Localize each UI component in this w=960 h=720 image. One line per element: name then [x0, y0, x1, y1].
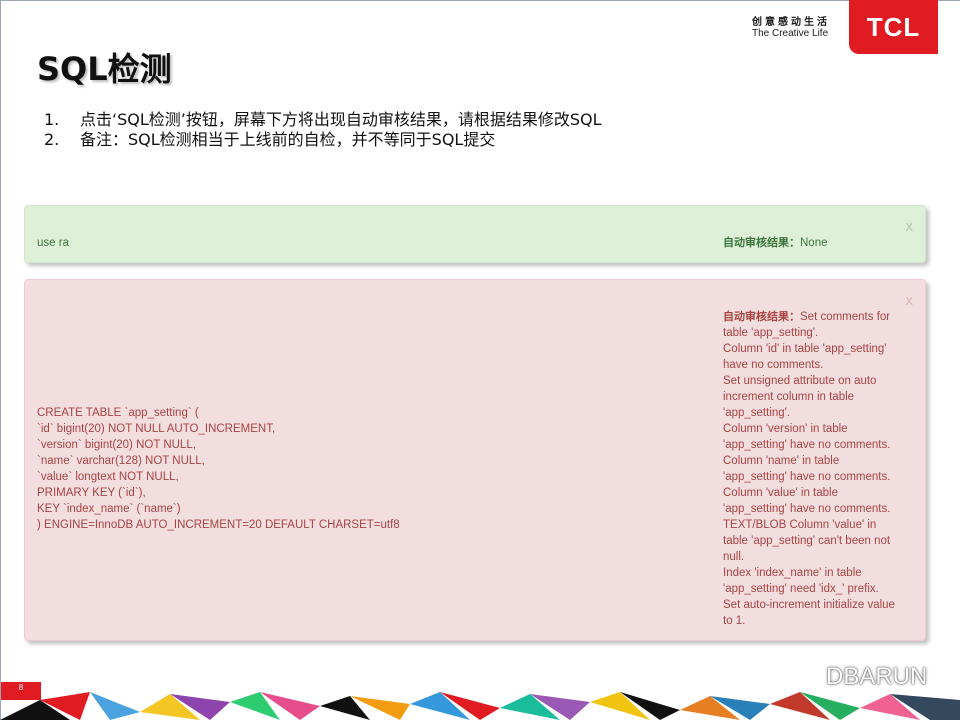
audit-result: 自动审核结果：Set comments for table 'app_setti… — [723, 309, 903, 629]
audit-result-line: to 1. — [723, 615, 746, 627]
result-panel-success: x use ra 自动审核结果：None — [24, 205, 926, 263]
steps-list: 1. 点击‘SQL检测’按钮，屏幕下方将出现自动审核结果，请根据结果修改SQL … — [44, 110, 602, 150]
audit-result-line: Index 'index_name' in table — [723, 567, 862, 579]
audit-result-line: 'app_setting' have no comments. — [723, 439, 891, 451]
audit-result-line: Column 'id' in table 'app_setting' — [723, 343, 887, 355]
audit-result-message: Set comments for — [800, 311, 891, 323]
audit-result-line: 'app_setting'. — [723, 407, 791, 419]
tcl-logo-text: TCL — [866, 11, 921, 42]
wechat-icon — [790, 666, 819, 688]
step-item: 1. 点击‘SQL检测’按钮，屏幕下方将出现自动审核结果，请根据结果修改SQL — [44, 110, 602, 130]
audit-result-message: None — [800, 237, 828, 249]
audit-result-line: TEXT/BLOB Column 'value' in — [723, 519, 877, 531]
result-panel-error: x CREATE TABLE `app_setting` ( `id` bigi… — [24, 279, 926, 641]
audit-result-line: Column 'name' in table — [723, 455, 840, 467]
audit-result-label: 自动审核结果： — [723, 310, 800, 323]
page-number: 8 — [1, 682, 41, 700]
audit-result-line: increment column in table — [723, 391, 855, 403]
brand-slogan-cn: 创意感动生活 — [752, 17, 830, 28]
close-button[interactable]: x — [906, 218, 914, 235]
audit-result-line: 'app_setting' have no comments. — [723, 503, 891, 515]
brand-slogan: 创意感动生活 The Creative Life — [752, 17, 836, 39]
audit-result-line: table 'app_setting' can't been not — [723, 535, 891, 547]
audit-result-line: Set auto-increment initialize value — [723, 599, 895, 611]
step-item: 2. 备注：SQL检测相当于上线前的自检，并不等同于SQL提交 — [44, 130, 602, 150]
top-border — [0, 0, 960, 1]
audit-result-label: 自动审核结果： — [723, 236, 800, 249]
audit-result-line: null. — [723, 551, 745, 563]
watermark-text: DBARUN — [826, 663, 928, 690]
brand-slogan-en: The Creative Life — [752, 28, 829, 39]
sql-statement: use ra — [37, 237, 69, 249]
left-border — [0, 0, 1, 720]
close-button[interactable]: x — [906, 292, 914, 309]
audit-result-line: Set unsigned attribute on auto — [723, 375, 877, 387]
step-number: 1. — [44, 110, 60, 129]
audit-result-line: table 'app_setting'. — [723, 327, 819, 339]
audit-result-line: 'app_setting' need 'idx_' prefix. — [723, 583, 879, 595]
audit-result-line: Column 'version' in table — [723, 423, 848, 435]
decorative-footer-strip — [0, 692, 960, 720]
step-number: 2. — [44, 130, 60, 149]
step-text: 点击‘SQL检测’按钮，屏幕下方将出现自动审核结果，请根据结果修改SQL — [80, 110, 602, 129]
slide-title: SQL检测 — [37, 50, 172, 88]
audit-result-line: have no comments. — [723, 359, 824, 371]
audit-result-line: 自动审核结果：Set comments for — [723, 309, 903, 325]
step-text: 备注：SQL检测相当于上线前的自检，并不等同于SQL提交 — [80, 130, 496, 149]
slide: 创意感动生活 The Creative Life TCL SQL检测 1. 点击… — [0, 0, 960, 720]
audit-result-line: Column 'value' in table — [723, 487, 838, 499]
audit-result-line: 'app_setting' have no comments. — [723, 471, 891, 483]
tcl-logo: TCL — [849, 0, 938, 54]
watermark: DBARUN — [790, 663, 927, 691]
sql-statement: CREATE TABLE `app_setting` ( `id` bigint… — [37, 407, 400, 531]
audit-result: 自动审核结果：None — [723, 235, 903, 251]
